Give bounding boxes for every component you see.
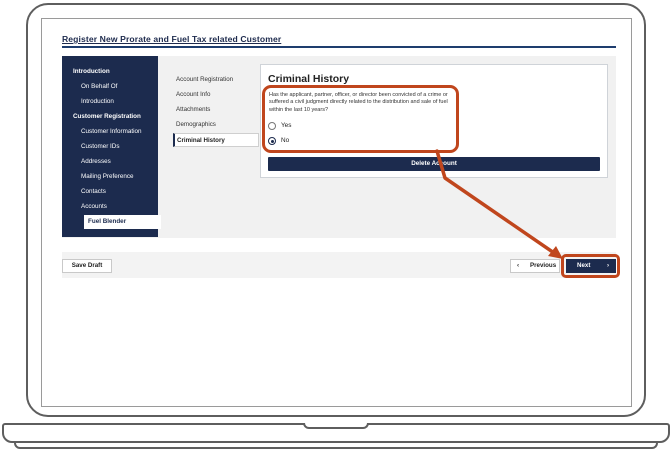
arrow-line [435,149,559,257]
arrow-head [548,246,563,259]
annotation-arrow [435,149,563,259]
